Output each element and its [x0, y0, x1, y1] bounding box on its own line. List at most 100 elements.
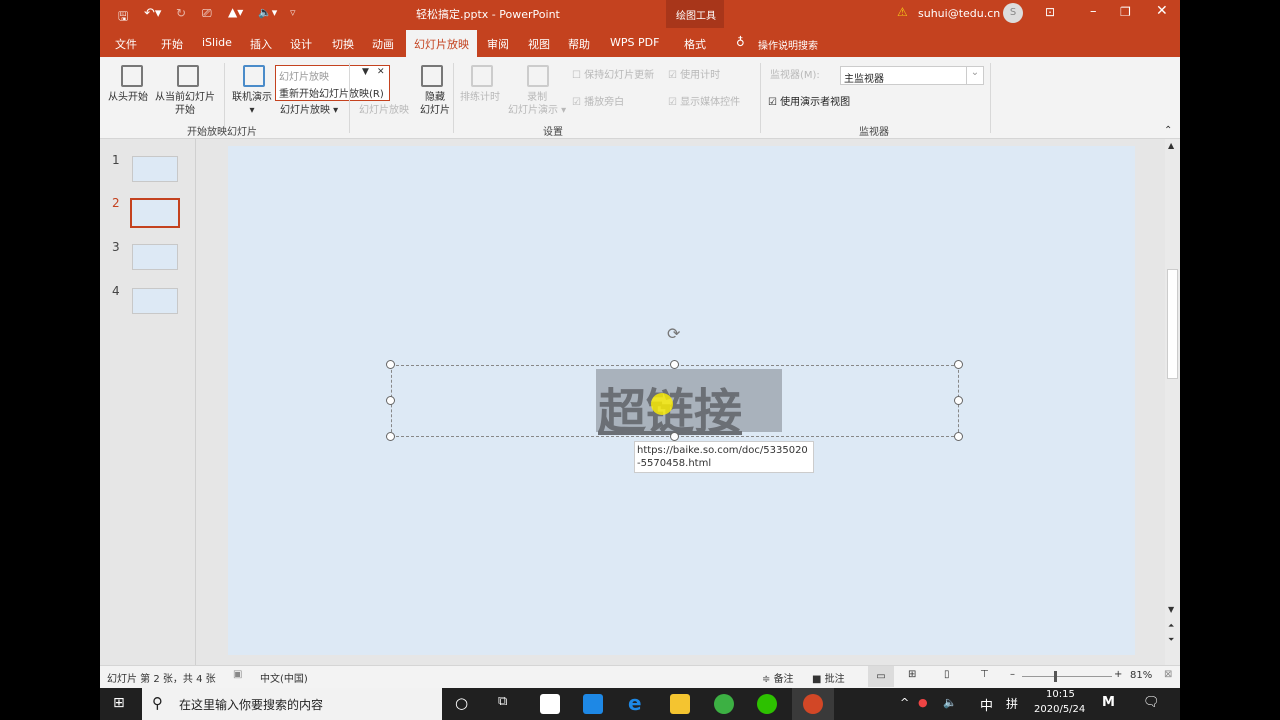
tab-wps-pdf[interactable]: WPS PDF	[610, 36, 659, 49]
tab-design[interactable]: 设计	[290, 36, 312, 52]
show-hidden-icons[interactable]: ^	[900, 696, 909, 709]
powerpoint-taskbar-button[interactable]	[792, 688, 834, 720]
wechat-icon[interactable]	[757, 694, 777, 714]
zoom-in-button[interactable]: +	[1114, 669, 1122, 680]
search-placeholder: 在这里输入你要搜索的内容	[179, 698, 324, 712]
zoom-slider[interactable]	[1022, 676, 1112, 677]
tell-me-search[interactable]: 操作说明搜索	[758, 37, 818, 52]
slideshow-view-icon[interactable]: ⊤	[980, 669, 989, 680]
tab-review[interactable]: 审阅	[487, 36, 509, 52]
rotate-handle-icon[interactable]: ⟳	[667, 324, 680, 343]
previous-slide-icon[interactable]: ⏶	[1168, 621, 1174, 631]
from-current-button[interactable]: 从当前幻灯片 开始	[155, 91, 215, 117]
clock-time[interactable]: 10:15	[1046, 689, 1075, 700]
audio-icon[interactable]: 🔈▾	[258, 6, 277, 19]
online-present-button[interactable]: 联机演示 ▾	[232, 91, 272, 117]
presenter-view-checkbox[interactable]: ☑ 使用演示者视图	[768, 96, 850, 109]
clock-date[interactable]: 2020/5/24	[1034, 704, 1085, 715]
cortana-icon[interactable]: ○	[455, 694, 468, 712]
chevron-down-icon[interactable]: ⌄	[966, 67, 983, 84]
dropdown-icon[interactable]: ▼	[362, 67, 369, 77]
scroll-thumb[interactable]	[1167, 269, 1178, 379]
play-narration-checkbox[interactable]: ☑ 播放旁白	[572, 96, 624, 109]
tab-slideshow[interactable]: 幻灯片放映	[406, 30, 477, 57]
taskbar-search[interactable]: ⚲ 在这里输入你要搜索的内容	[142, 688, 442, 720]
language-status[interactable]: 中文(中国)	[260, 670, 308, 685]
undo-icon[interactable]: ↶▾	[144, 6, 161, 21]
tab-home[interactable]: 开始	[161, 36, 183, 52]
zoom-out-button[interactable]: –	[1010, 669, 1015, 680]
ribbon-display-icon[interactable]: ⊡	[1045, 5, 1055, 19]
monitor-select[interactable]: 主监视器 ⌄	[840, 66, 984, 85]
tab-islide[interactable]: iSlide	[202, 36, 232, 49]
custom-slideshow-button[interactable]: 幻灯片放映 ▾	[280, 104, 338, 117]
keep-updated-checkbox[interactable]: ☐ 保持幻灯片更新	[572, 69, 654, 82]
tab-transitions[interactable]: 切换	[332, 36, 354, 52]
notes-button[interactable]: ≑ 备注	[762, 670, 794, 685]
comments-button[interactable]: ■ 批注	[812, 670, 845, 685]
close-button[interactable]: ✕	[1156, 3, 1168, 19]
present-icon[interactable]: ⎚	[202, 6, 212, 21]
notes-label: 备注	[773, 674, 794, 685]
from-beginning-button[interactable]: 从头开始	[108, 91, 148, 104]
store-icon[interactable]	[540, 694, 560, 714]
tab-view[interactable]: 视图	[528, 36, 550, 52]
tab-help[interactable]: 帮助	[568, 36, 590, 52]
fit-slide-icon[interactable]: ⊠	[1164, 669, 1172, 680]
keep-updated-label: 保持幻灯片更新	[584, 70, 655, 81]
reading-view-icon[interactable]: ▯	[944, 669, 950, 680]
rehearse-timings-button[interactable]: 排练计时	[460, 91, 500, 104]
slide-canvas[interactable]: ⟳ 超链接 https://baike.so.com/doc/5335020-5…	[228, 146, 1135, 655]
text-box[interactable]: 超链接	[391, 365, 959, 440]
collapse-ribbon-icon[interactable]: ⌃	[1164, 125, 1172, 136]
tab-insert[interactable]: 插入	[250, 36, 272, 52]
slide-thumbnail-2[interactable]	[130, 198, 180, 228]
tab-format[interactable]: 格式	[684, 36, 706, 52]
fill-icon[interactable]: ▲▾	[228, 5, 243, 19]
record-button[interactable]: 录制 幻灯片演示 ▾	[508, 91, 566, 117]
slide-sorter-icon[interactable]: ⊞	[908, 669, 916, 680]
next-slide-icon[interactable]: ⏷	[1168, 635, 1174, 645]
slide-thumbnail-4[interactable]	[132, 288, 178, 314]
browser-360-icon[interactable]	[714, 694, 734, 714]
windows-start-icon[interactable]: ⊞	[113, 695, 125, 711]
slide-thumbnail-3[interactable]	[132, 244, 178, 270]
vertical-scrollbar[interactable]: ▲ ▼ ⏶ ⏷	[1165, 139, 1180, 665]
tab-file[interactable]: 文件	[115, 36, 137, 52]
restart-slideshow-item[interactable]: 重新开始幻灯片放映(R)	[279, 85, 384, 100]
minimize-button[interactable]: –	[1090, 4, 1097, 19]
show-media-checkbox[interactable]: ☑ 显示媒体控件	[668, 96, 740, 109]
save-icon[interactable]: 🖫	[118, 7, 128, 28]
zoom-slider-thumb[interactable]	[1054, 671, 1057, 682]
ime-language[interactable]: 中	[980, 695, 993, 714]
spellcheck-icon[interactable]: ▣	[233, 669, 242, 680]
redo-icon[interactable]: ↻	[176, 6, 186, 20]
use-timings-label: 使用计时	[680, 70, 721, 81]
scroll-up-icon[interactable]: ▲	[1168, 141, 1174, 150]
tab-animations[interactable]: 动画	[372, 36, 394, 52]
slide-thumbnail-1[interactable]	[132, 156, 178, 182]
app-tray-icon[interactable]: M	[1102, 695, 1115, 710]
notification-icon[interactable]: 🗨	[1143, 695, 1160, 710]
cursor-highlight	[651, 393, 673, 415]
ime-mode[interactable]: 拼	[1006, 695, 1018, 712]
avatar[interactable]: S	[1003, 3, 1023, 23]
task-view-icon[interactable]: ⧉	[498, 694, 507, 709]
volume-icon[interactable]: 🔈	[943, 696, 957, 709]
close-icon[interactable]: ✕	[377, 67, 385, 77]
restore-button[interactable]: ❐	[1120, 5, 1131, 19]
zoom-level[interactable]: 81%	[1130, 670, 1152, 681]
normal-view-icon[interactable]: ▭	[868, 666, 894, 687]
mail-icon[interactable]	[583, 694, 603, 714]
edge-icon[interactable]: e	[628, 691, 642, 715]
network-icon[interactable]: ●	[918, 696, 928, 709]
use-timings-checkbox[interactable]: ☑ 使用计时	[668, 69, 720, 82]
app-name: PowerPoint	[499, 8, 560, 21]
hyperlink-tooltip: https://baike.so.com/doc/5335020-5570458…	[634, 441, 814, 473]
scroll-down-icon[interactable]: ▼	[1168, 605, 1174, 614]
file-explorer-icon[interactable]	[670, 694, 690, 714]
user-account[interactable]: suhui@tedu.cn	[918, 7, 1000, 20]
setup-slideshow-button[interactable]: 幻灯片放映	[359, 104, 409, 117]
hide-slide-button[interactable]: 隐藏 幻灯片	[420, 91, 450, 117]
customize-icon[interactable]: ▿	[290, 6, 296, 19]
